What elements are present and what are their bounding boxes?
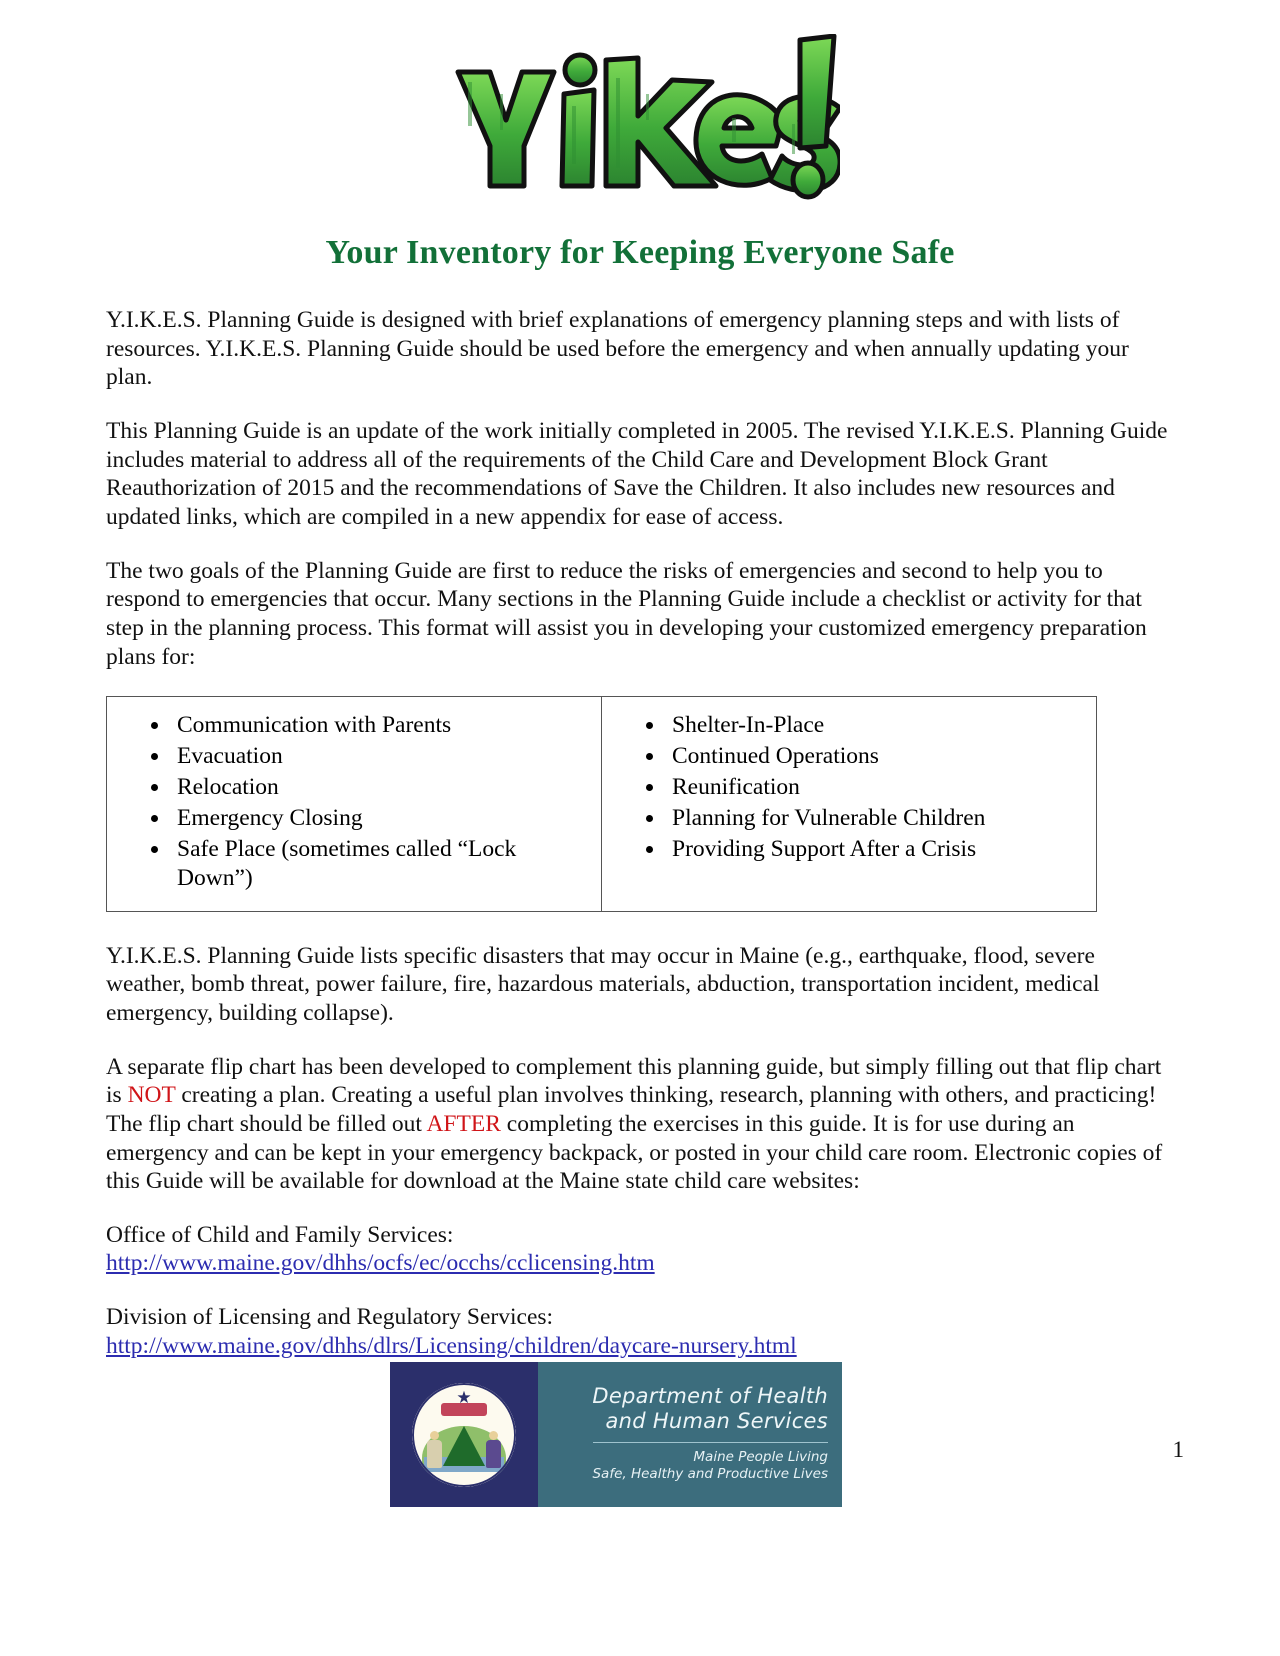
dhhs-text-panel: Department of Health and Human Services …	[538, 1362, 842, 1507]
maine-state-seal-icon: ★	[412, 1382, 516, 1487]
link-block-dlrs: Division of Licensing and Regulatory Ser…	[106, 1303, 1174, 1360]
link-dlrs-daycare-nursery[interactable]: http://www.maine.gov/dhhs/dlrs/Licensing…	[106, 1333, 797, 1359]
table-row: Communication with Parents Evacuation Re…	[106, 696, 1097, 912]
emergency-plans-table: Communication with Parents Evacuation Re…	[106, 696, 1097, 912]
link-block-ocfs: Office of Child and Family Services: htt…	[106, 1221, 1174, 1278]
dhhs-divider	[592, 1441, 828, 1443]
plans-right-list: Shelter-In-Place Continued Operations Re…	[612, 711, 1086, 863]
document-page: Your Inventory for Keeping Everyone Safe…	[0, 0, 1280, 1656]
dhhs-tagline-line-1: Maine People Living	[693, 1448, 828, 1465]
paragraph-disasters: Y.I.K.E.S. Planning Guide lists specific…	[106, 942, 1100, 1026]
dhhs-name-line-1: Department of Health	[592, 1383, 828, 1408]
emphasis-after: AFTER	[426, 1110, 501, 1137]
list-item: Emergency Closing	[171, 804, 591, 833]
yikes-logo-graphic	[455, 33, 840, 199]
list-item: Planning for Vulnerable Children	[666, 804, 1086, 833]
list-item: Relocation	[171, 773, 591, 802]
paragraph-intro: Y.I.K.E.S. Planning Guide is designed wi…	[106, 307, 1129, 391]
yikes-logo	[425, 0, 855, 226]
list-item: Communication with Parents	[171, 711, 591, 740]
list-item: Continued Operations	[666, 742, 1086, 771]
page-title: Your Inventory for Keeping Everyone Safe	[325, 234, 955, 271]
maine-dhhs-logo: ★ Department of Health and Human Service…	[390, 1362, 842, 1507]
list-item: Safe Place (sometimes called “Lock Down”…	[171, 835, 591, 893]
paragraph-goals: The two goals of the Planning Guide are …	[106, 557, 1147, 670]
seal-panel: ★	[390, 1362, 538, 1507]
link-label-ocfs: Office of Child and Family Services:	[106, 1221, 454, 1248]
plans-left-list: Communication with Parents Evacuation Re…	[117, 711, 591, 892]
list-item: Shelter-In-Place	[666, 711, 1086, 740]
list-item: Evacuation	[171, 742, 591, 771]
link-ocfs-cclicensing[interactable]: http://www.maine.gov/dhhs/ocfs/ec/occhs/…	[106, 1250, 655, 1276]
plans-left-cell: Communication with Parents Evacuation Re…	[106, 696, 602, 912]
link-label-dlrs: Division of Licensing and Regulatory Ser…	[106, 1304, 554, 1331]
document-body: Y.I.K.E.S. Planning Guide is designed wi…	[0, 306, 1280, 1360]
emphasis-not: NOT	[127, 1082, 176, 1109]
dhhs-tagline-line-2: Safe, Healthy and Productive Lives	[592, 1466, 828, 1483]
paragraph-update: This Planning Guide is an update of the …	[106, 417, 1168, 530]
dhhs-name-line-2: and Human Services	[605, 1409, 828, 1434]
list-item: Providing Support After a Crisis	[666, 835, 1086, 864]
list-item: Reunification	[666, 773, 1086, 802]
plans-right-cell: Shelter-In-Place Continued Operations Re…	[601, 696, 1097, 912]
paragraph-flipchart: A separate flip chart has been developed…	[106, 1053, 1174, 1196]
page-number: 1	[1172, 1437, 1185, 1462]
